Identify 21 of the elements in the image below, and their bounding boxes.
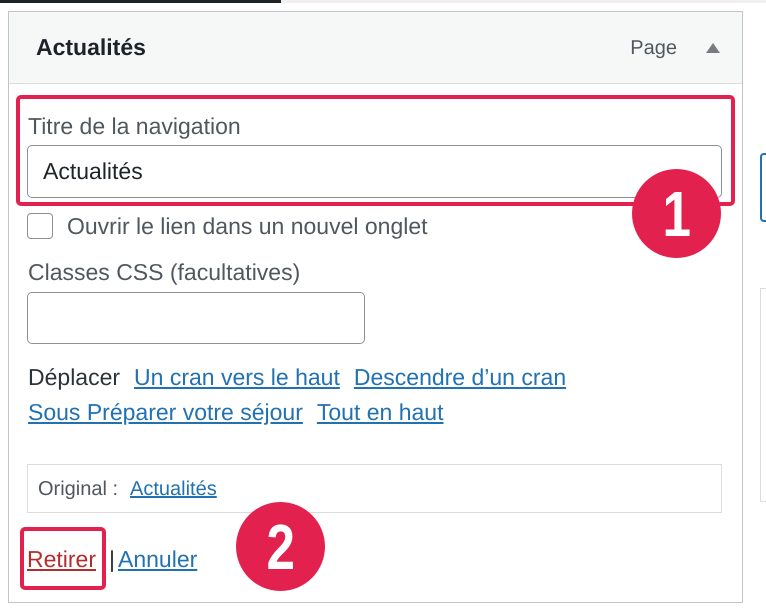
input-field[interactable]: [27, 292, 365, 344]
move-link[interactable]: Descendre d’un cran: [354, 363, 566, 391]
checkbox-label: Ouvrir le lien dans un nouvel onglet: [67, 212, 428, 240]
item-title: Actualités: [36, 33, 147, 62]
checkbox[interactable]: [27, 213, 53, 239]
caret-up-icon[interactable]: [706, 42, 720, 52]
cancel-link[interactable]: Annuler: [118, 544, 198, 572]
move-link[interactable]: Sous Préparer votre séjour: [28, 398, 303, 426]
field-label: Titre de la navigation: [28, 112, 242, 140]
field-label: Classes CSS (facultatives): [28, 258, 302, 286]
move-link[interactable]: Un cran vers le haut: [134, 363, 340, 391]
original-label: Original :: [38, 476, 118, 500]
move-link[interactable]: Tout en haut: [316, 398, 444, 426]
step-badge: 1: [632, 169, 721, 258]
remove-link[interactable]: Retirer: [27, 546, 96, 572]
original-link[interactable]: Actualités: [130, 476, 217, 500]
move-label: Déplacer: [28, 363, 120, 391]
field-edge: [760, 153, 766, 222]
separator: |: [109, 544, 115, 572]
item-type: Page: [630, 36, 677, 60]
step-badge: 2: [236, 502, 325, 591]
